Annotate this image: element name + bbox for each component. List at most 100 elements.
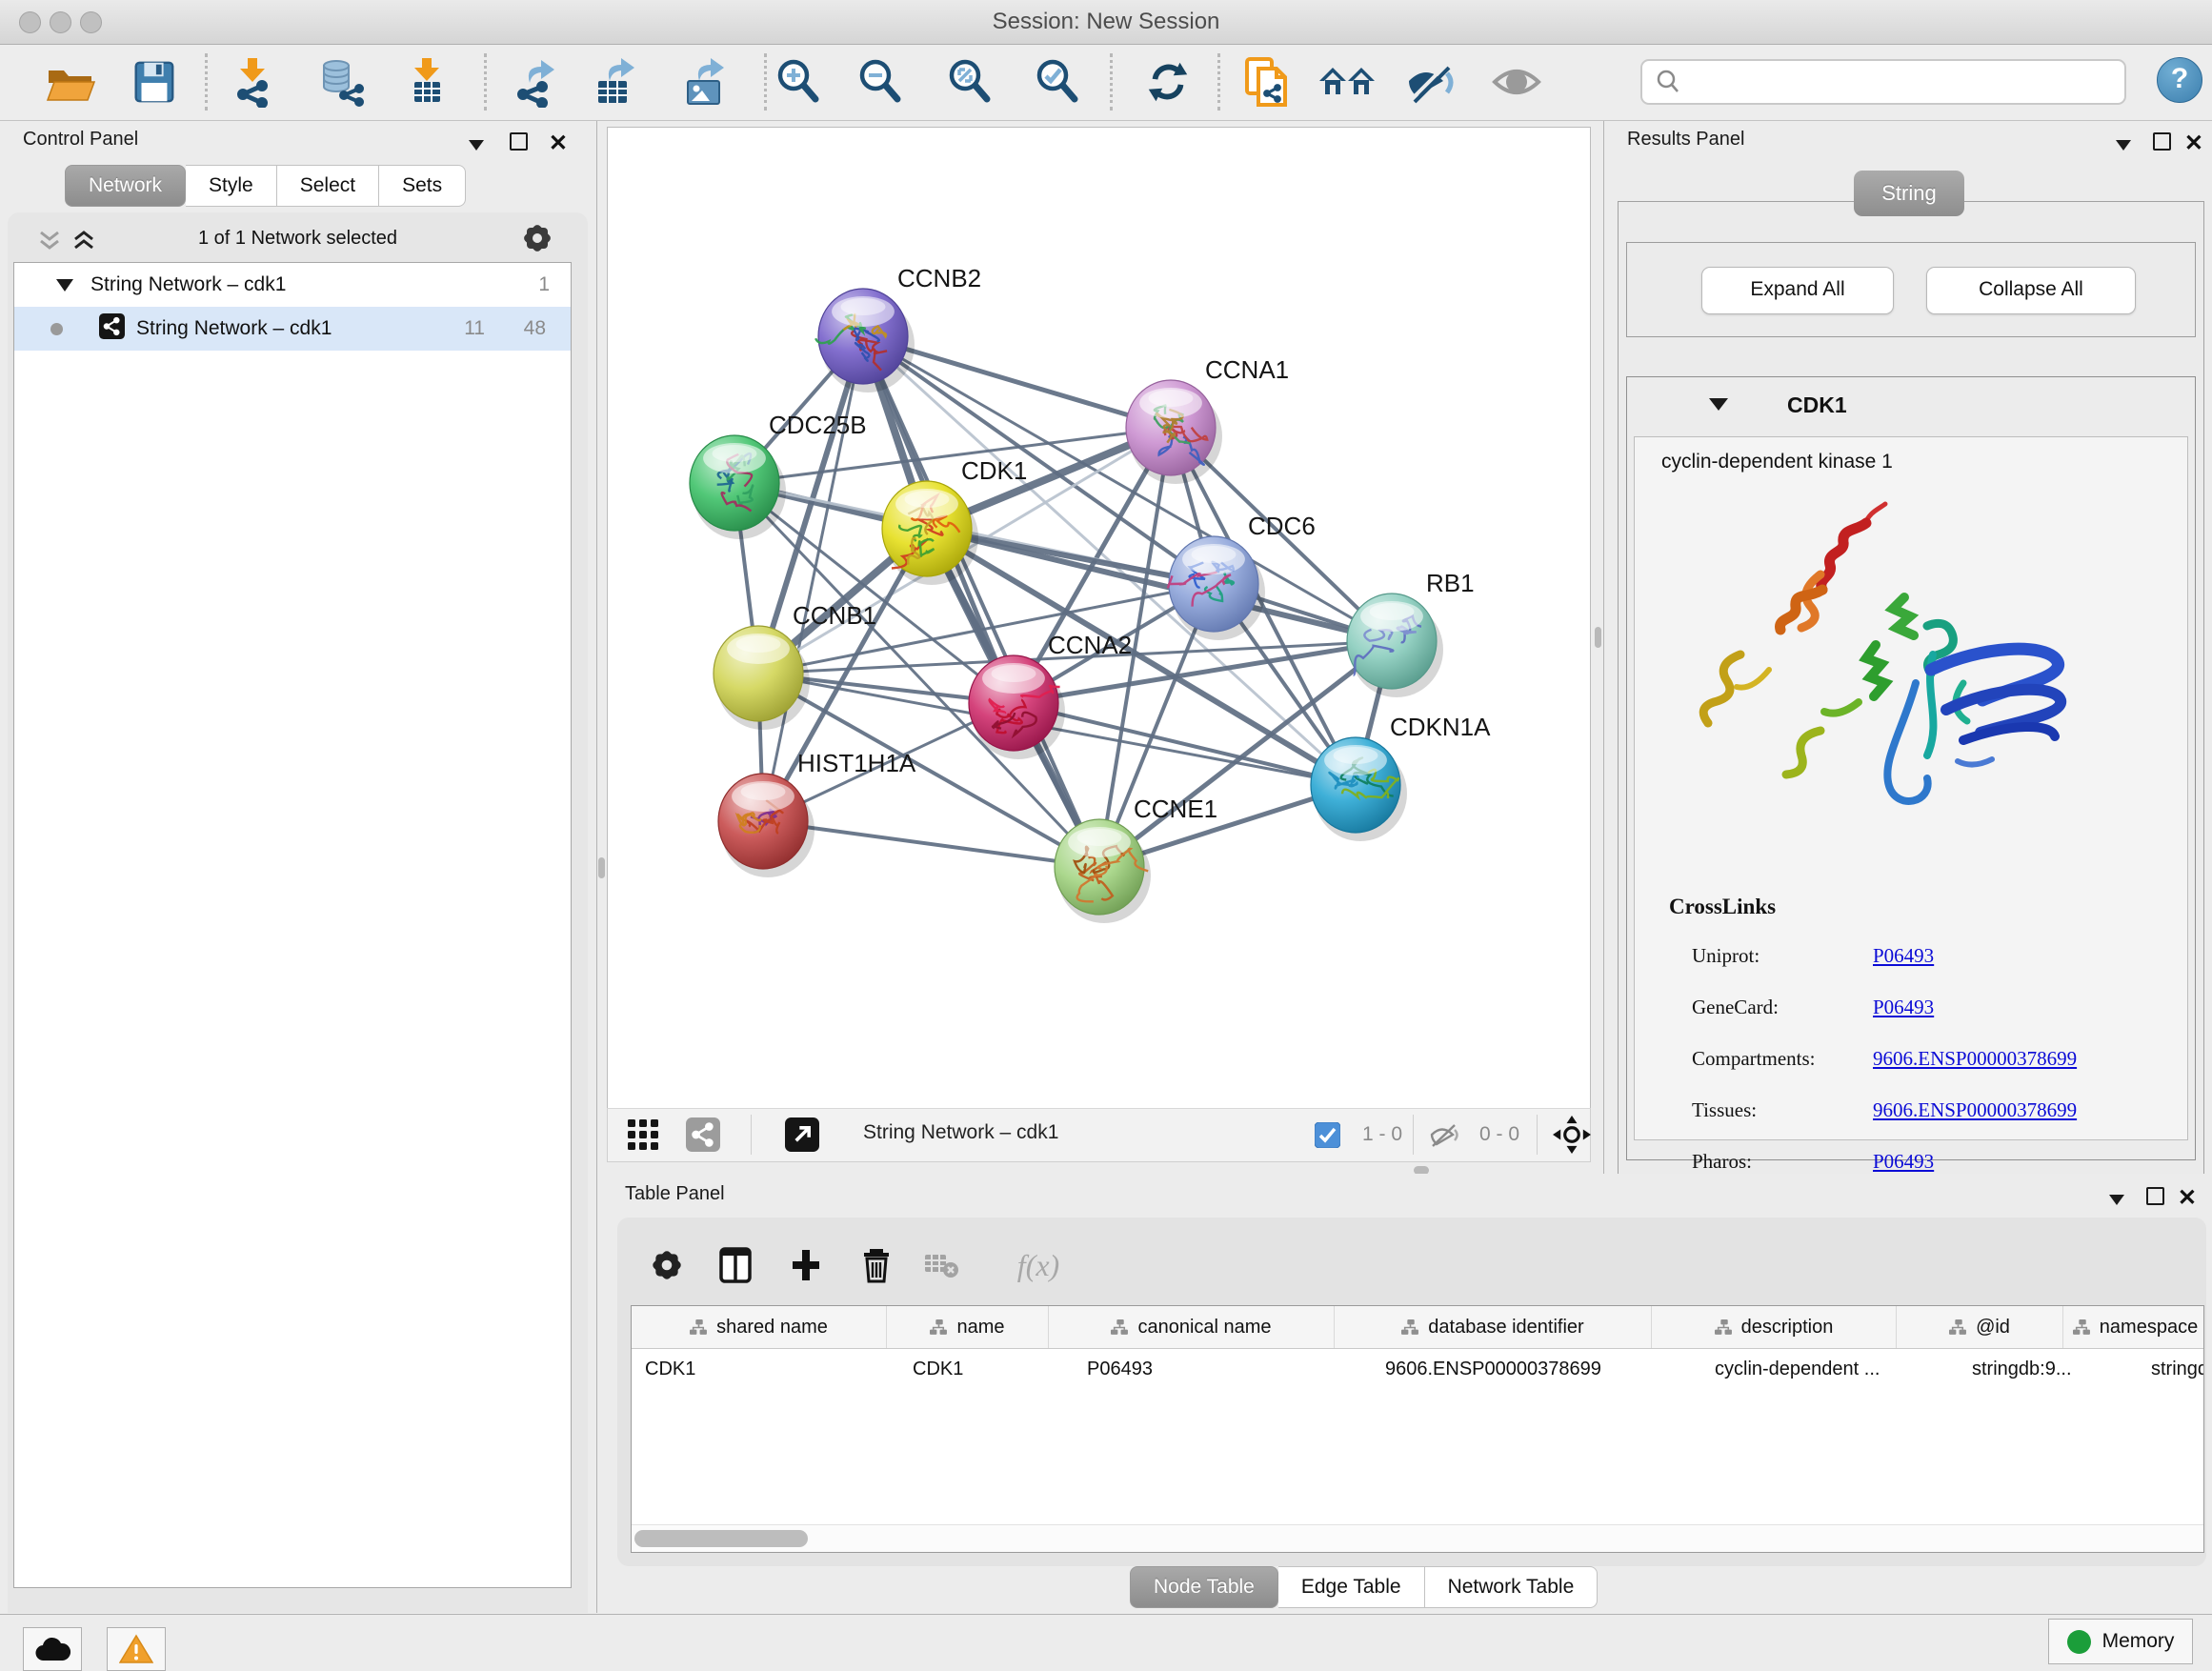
node-label: CCNA1: [1205, 355, 1289, 384]
open-in-window-icon[interactable]: [785, 1117, 819, 1153]
string-view-icon[interactable]: [686, 1117, 720, 1153]
panel-menu-icon[interactable]: [469, 138, 484, 155]
network-collection-row[interactable]: String Network – cdk1 1: [14, 263, 571, 307]
network-node-cdkn1a[interactable]: CDKN1A: [1311, 713, 1491, 841]
zoom-in-icon[interactable]: [771, 54, 826, 110]
string-network-graph[interactable]: CCNB2CCNA1CDC25BCDK1CDC6RB1CCNB1CCNA2CDK…: [608, 128, 1590, 1108]
column-header-namespace[interactable]: namespace: [2063, 1306, 2204, 1348]
section-collapse-caret-icon[interactable]: [1709, 398, 1728, 411]
control-panel-tabs: NetworkStyleSelectSets: [65, 165, 466, 207]
column-header-description[interactable]: description: [1652, 1306, 1897, 1348]
refresh-icon[interactable]: [1140, 54, 1196, 110]
node-label: CDC25B: [769, 411, 867, 439]
delete-column-icon[interactable]: [850, 1240, 903, 1290]
network-node-ccnb2[interactable]: CCNB2: [815, 264, 981, 393]
tab-node-table[interactable]: Node Table: [1130, 1566, 1278, 1608]
expand-all-button[interactable]: Expand All: [1701, 267, 1894, 314]
tab-network[interactable]: Network: [65, 165, 186, 207]
table-cell: P06493: [1074, 1359, 1372, 1380]
panel-float-icon[interactable]: [2146, 1187, 2164, 1210]
toolbar-divider: [1413, 1115, 1414, 1155]
import-network-icon[interactable]: [226, 54, 281, 110]
panel-close-icon[interactable]: ✕: [2178, 1184, 2197, 1212]
network-edge[interactable]: [863, 336, 1099, 867]
zoom-out-icon[interactable]: [853, 54, 908, 110]
tab-network-table[interactable]: Network Table: [1425, 1566, 1599, 1608]
column-header-database-identifier[interactable]: database identifier: [1335, 1306, 1652, 1348]
network-node-cdk1[interactable]: CDK1: [882, 456, 1027, 585]
export-image-icon[interactable]: [677, 54, 733, 110]
help-button[interactable]: ?: [2157, 57, 2202, 103]
warnings-button[interactable]: [107, 1627, 166, 1671]
crosslink-link[interactable]: P06493: [1873, 996, 1934, 1018]
panel-close-icon[interactable]: ✕: [2184, 130, 2203, 157]
tab-edge-table[interactable]: Edge Table: [1278, 1566, 1425, 1608]
collapse-all-button[interactable]: Collapse All: [1926, 267, 2136, 314]
delete-table-icon-disabled: [915, 1240, 968, 1290]
expand-collapse-bar: Expand All Collapse All: [1626, 242, 2196, 337]
network-options-gear-icon[interactable]: [521, 222, 553, 259]
table-options-gear-icon[interactable]: [640, 1240, 694, 1290]
column-header-name[interactable]: name: [887, 1306, 1049, 1348]
tab-sets[interactable]: Sets: [379, 165, 466, 207]
show-all-icon[interactable]: [1489, 54, 1544, 110]
hide-selected-icon[interactable]: [1403, 54, 1458, 110]
network-manager: 1 of 1 Network selected String Network –…: [8, 212, 588, 1613]
horizontal-scrollbar[interactable]: [632, 1524, 2203, 1552]
zoom-fit-icon[interactable]: [942, 54, 997, 110]
save-session-icon[interactable]: [126, 54, 181, 110]
gene-section-header[interactable]: CDK1: [1627, 377, 2195, 436]
zoom-selected-icon[interactable]: [1030, 54, 1085, 110]
column-header--id[interactable]: @id: [1897, 1306, 2063, 1348]
table-row[interactable]: CDK1CDK1P064939606.ENSP00000378699cyclin…: [632, 1349, 2203, 1389]
first-neighbors-icon[interactable]: [1319, 54, 1375, 110]
tab-select[interactable]: Select: [277, 165, 379, 207]
crosslink-link[interactable]: P06493: [1873, 1150, 1934, 1173]
crosslink-row: Tissues:9606.ENSP00000378699: [1692, 1098, 2077, 1122]
network-node-cdc6[interactable]: CDC6: [1168, 512, 1316, 640]
function-builder-icon: f(x): [1000, 1240, 1076, 1290]
birdseye-grid-icon[interactable]: [627, 1117, 659, 1153]
network-view-canvas[interactable]: CCNB2CCNA1CDC25BCDK1CDC6RB1CCNB1CCNA2CDK…: [607, 127, 1591, 1109]
import-table-icon[interactable]: [399, 54, 454, 110]
tab-style[interactable]: Style: [186, 165, 277, 207]
export-network-icon[interactable]: [508, 54, 563, 110]
table-body: CDK1CDK1P064939606.ENSP00000378699cyclin…: [632, 1349, 2203, 1389]
column-header-canonical-name[interactable]: canonical name: [1049, 1306, 1335, 1348]
network-node-ccna1[interactable]: CCNA1: [1126, 355, 1289, 484]
panel-menu-icon[interactable]: [2116, 138, 2131, 155]
node-label: RB1: [1426, 569, 1475, 597]
tree-expand-caret-icon[interactable]: [56, 279, 73, 292]
network-node-hist1h1a[interactable]: HIST1H1A: [718, 749, 916, 877]
network-node-rb1[interactable]: RB1: [1347, 569, 1475, 697]
memory-button[interactable]: Memory: [2048, 1619, 2193, 1664]
node-label: CCNA2: [1048, 631, 1132, 659]
left-splitter-handle[interactable]: [598, 857, 605, 878]
copy-network-icon[interactable]: [1239, 54, 1295, 110]
crosslink-link[interactable]: 9606.ENSP00000378699: [1873, 1047, 2077, 1070]
scrollbar-thumb[interactable]: [634, 1530, 808, 1547]
network-node-ccne1[interactable]: CCNE1: [1055, 795, 1217, 923]
panel-close-icon[interactable]: ✕: [549, 130, 568, 157]
cloud-status-button[interactable]: [23, 1627, 82, 1671]
gene-details: cyclin-dependent kinase 1: [1634, 436, 2188, 1140]
crosslink-link[interactable]: P06493: [1873, 944, 1934, 967]
panel-float-icon[interactable]: [2153, 132, 2171, 155]
move-crosshair-icon[interactable]: [1553, 1117, 1591, 1153]
search-input[interactable]: [1682, 70, 2124, 94]
export-table-icon[interactable]: [588, 54, 643, 110]
network-node-cdc25b[interactable]: CDC25B: [690, 411, 867, 539]
table-panel: Table Panel ✕ f(x) shared namenamecanoni…: [598, 1174, 2212, 1614]
panel-menu-icon[interactable]: [2109, 1193, 2124, 1210]
right-splitter-handle[interactable]: [1595, 627, 1601, 648]
show-columns-icon[interactable]: [709, 1240, 762, 1290]
network-row-selected[interactable]: String Network – cdk1 11 48: [14, 307, 571, 351]
add-column-icon[interactable]: [779, 1240, 833, 1290]
panel-float-icon[interactable]: [510, 132, 528, 155]
column-header-shared-name[interactable]: shared name: [632, 1306, 887, 1348]
import-network-from-database-icon[interactable]: [315, 54, 371, 110]
open-session-icon[interactable]: [42, 54, 97, 110]
tab-string[interactable]: String: [1854, 171, 1964, 216]
selected-checkbox-icon[interactable]: [1315, 1117, 1340, 1153]
crosslink-link[interactable]: 9606.ENSP00000378699: [1873, 1098, 2077, 1121]
